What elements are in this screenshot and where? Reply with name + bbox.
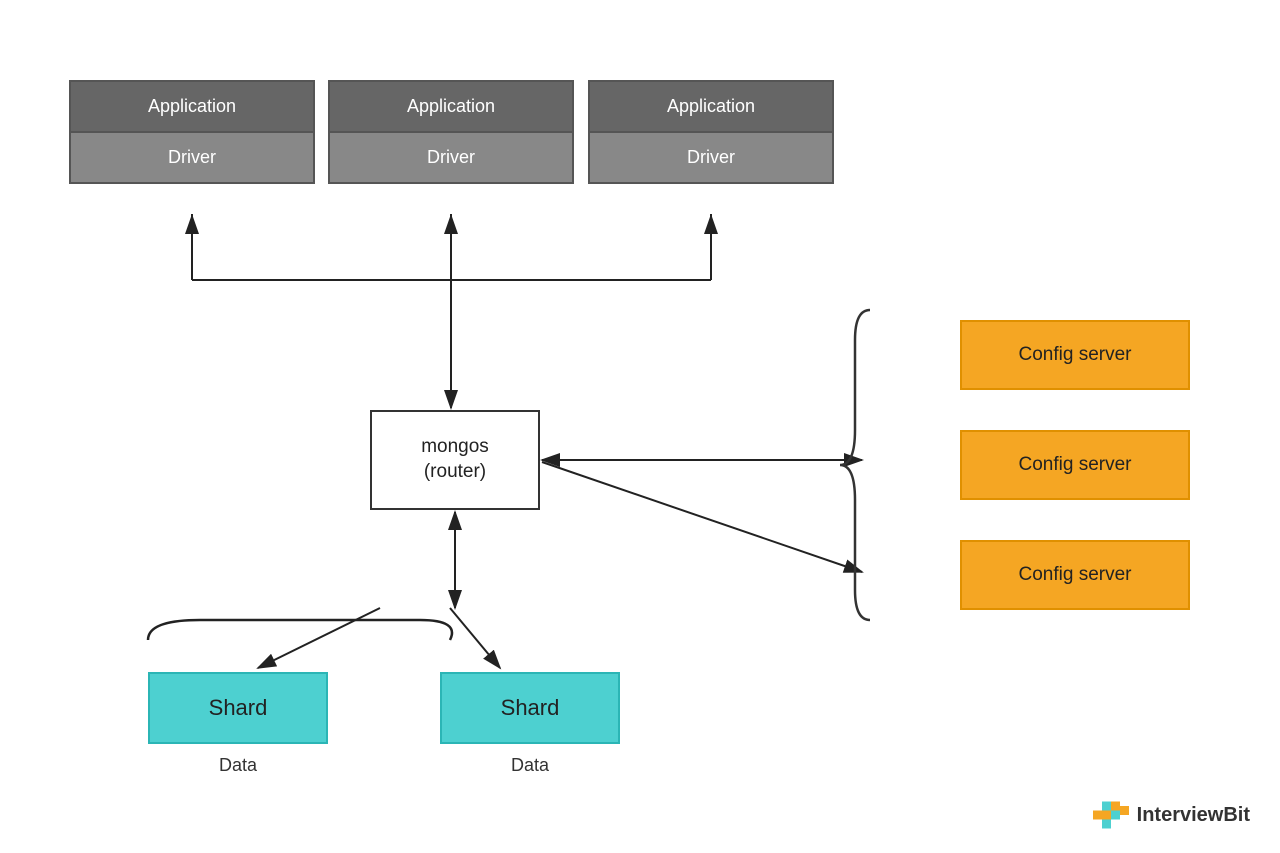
app1-top: Application (71, 82, 313, 133)
config2-label: Config server (1019, 454, 1132, 476)
interviewbit-icon (1093, 797, 1129, 833)
shard2-label: Shard (501, 695, 560, 721)
diagram-container: Application Driver Application Driver Ap… (0, 0, 1280, 853)
logo-area: InterviewBit (1093, 797, 1250, 833)
logo-text: InterviewBit (1137, 804, 1250, 827)
shard-box-2: Shard (440, 672, 620, 744)
app-box-3: Application Driver (588, 80, 834, 184)
app-box-1: Application Driver (69, 80, 315, 184)
shard-box-1: Shard (148, 672, 328, 744)
shard1-label: Shard (209, 695, 268, 721)
app3-bottom: Driver (590, 133, 832, 182)
app2-top: Application (330, 82, 572, 133)
data-label-2: Data (440, 755, 620, 776)
app1-bottom: Driver (71, 133, 313, 182)
config1-label: Config server (1019, 344, 1132, 366)
data-label-1: Data (148, 755, 328, 776)
app-box-2: Application Driver (328, 80, 574, 184)
config-box-2: Config server (960, 430, 1190, 500)
mongos-box: mongos(router) (370, 410, 540, 510)
config-box-3: Config server (960, 540, 1190, 610)
app2-bottom: Driver (330, 133, 572, 182)
app3-top: Application (590, 82, 832, 133)
mongos-label: mongos(router) (421, 435, 489, 484)
config3-label: Config server (1019, 564, 1132, 586)
config-box-1: Config server (960, 320, 1190, 390)
